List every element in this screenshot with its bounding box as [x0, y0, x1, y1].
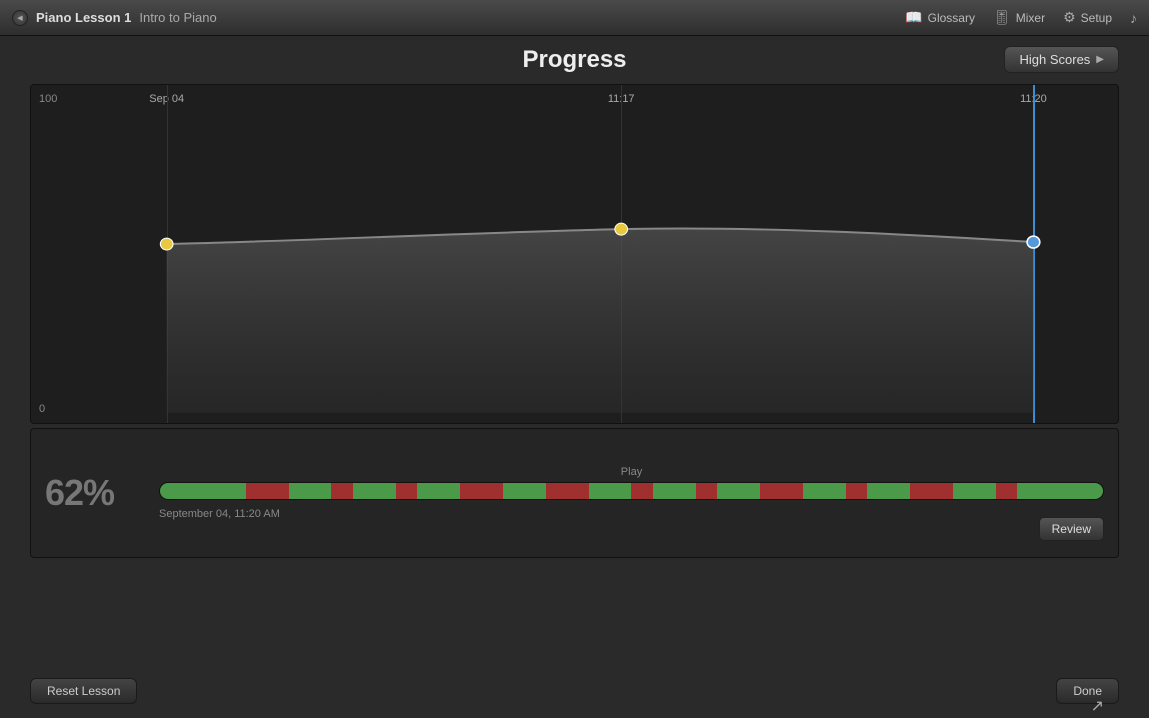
play-segment-red	[631, 483, 652, 499]
play-segment-red	[246, 483, 289, 499]
play-segment-green	[160, 483, 246, 499]
score-display: 62%	[45, 472, 145, 514]
play-segment-red	[996, 483, 1017, 499]
play-segment-red	[696, 483, 717, 499]
score-value: 62	[45, 472, 83, 513]
play-segment-green	[867, 483, 910, 499]
play-segment-red	[331, 483, 352, 499]
y-axis-0: 0	[39, 403, 45, 415]
progress-section: 62% Play September 04, 11:20 AM Review	[30, 428, 1119, 558]
back-button[interactable]	[12, 10, 28, 26]
setup-button[interactable]: ⚙ Setup	[1063, 9, 1112, 26]
play-segment-red	[760, 483, 803, 499]
progress-row: 62% Play September 04, 11:20 AM	[45, 466, 1104, 520]
play-segment-green	[953, 483, 996, 499]
topbar-left: Piano Lesson 1 Intro to Piano	[12, 10, 217, 26]
play-bar-wrapper: Play September 04, 11:20 AM	[159, 466, 1104, 520]
play-segment-green	[717, 483, 760, 499]
play-segment-green	[803, 483, 846, 499]
music-button[interactable]: ♪	[1130, 10, 1137, 26]
glossary-label: Glossary	[928, 11, 975, 25]
percent-sign: %	[83, 472, 114, 513]
lesson-subtitle: Intro to Piano	[139, 10, 216, 25]
play-segment-green	[589, 483, 632, 499]
play-segment-red	[846, 483, 867, 499]
topbar-right: 📖 Glossary 🎚 Mixer ⚙ Setup ♪	[905, 9, 1137, 26]
setup-label: Setup	[1081, 11, 1112, 25]
play-segment-green	[289, 483, 332, 499]
main-content: Progress High Scores 100 0 Sep 04 11:17 …	[0, 36, 1149, 718]
data-point-3	[1027, 236, 1040, 248]
mixer-icon: 🎚	[993, 9, 1011, 26]
review-button[interactable]: Review	[1039, 517, 1104, 541]
play-segment-red	[460, 483, 503, 499]
play-segment-green	[417, 483, 460, 499]
reset-lesson-button[interactable]: Reset Lesson	[30, 678, 137, 704]
setup-icon: ⚙	[1063, 9, 1076, 26]
y-axis-100: 100	[39, 93, 57, 105]
glossary-button[interactable]: 📖 Glossary	[905, 9, 975, 26]
chart-inner: Sep 04 11:17 11:20	[61, 85, 1118, 423]
play-segment-green	[503, 483, 546, 499]
play-segment-red	[396, 483, 417, 499]
progress-chart: 100 0 Sep 04 11:17 11:20	[30, 84, 1119, 424]
page-title: Progress	[522, 46, 626, 74]
play-segment-green	[353, 483, 396, 499]
bottom-bar: Reset Lesson Done	[30, 678, 1119, 704]
topbar: Piano Lesson 1 Intro to Piano 📖 Glossary…	[0, 0, 1149, 36]
play-segment-red	[546, 483, 589, 499]
play-segment-red	[910, 483, 953, 499]
mixer-label: Mixer	[1016, 11, 1045, 25]
lesson-title: Piano Lesson 1	[36, 10, 131, 25]
glossary-icon: 📖	[905, 9, 922, 26]
high-scores-button[interactable]: High Scores	[1004, 46, 1119, 73]
play-bar	[159, 482, 1104, 500]
data-point-2	[615, 223, 628, 235]
chart-svg	[61, 85, 1118, 423]
session-date: September 04, 11:20 AM	[159, 508, 1104, 520]
done-button[interactable]: Done	[1056, 678, 1119, 704]
play-segment-green	[653, 483, 696, 499]
play-label: Play	[159, 466, 1104, 478]
mixer-button[interactable]: 🎚 Mixer	[993, 9, 1045, 26]
data-point-1	[160, 238, 173, 250]
play-segment-green	[1017, 483, 1103, 499]
music-icon: ♪	[1130, 10, 1137, 26]
